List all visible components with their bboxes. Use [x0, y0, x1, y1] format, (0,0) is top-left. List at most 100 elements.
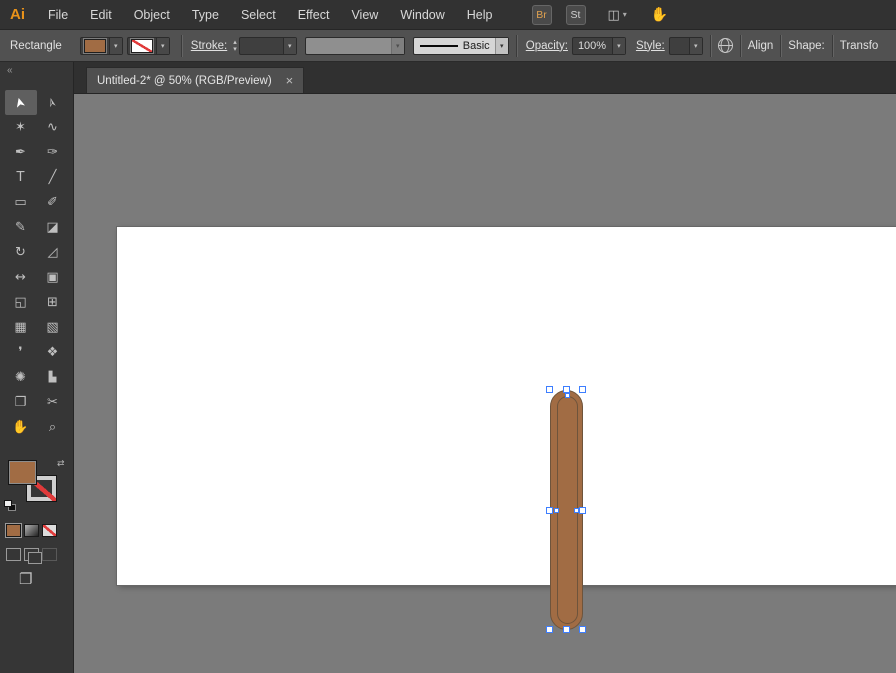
tools-panel: « ➤ ➢ ✶ ∿ ✒ ✑ T ╱ ▭ ✐ ✎ ◪ ↻ ◿ ↔ ▣ ◱ ⊞ ▦ …	[0, 62, 74, 673]
curvature-tool[interactable]: ✑	[37, 140, 69, 165]
screen-mode-button[interactable]: ❐	[19, 570, 32, 588]
color-button[interactable]	[6, 524, 21, 537]
hand-tool[interactable]: ✋	[5, 415, 37, 440]
none-button[interactable]	[42, 524, 57, 537]
selection-tool[interactable]: ➤	[5, 90, 37, 115]
type-tool[interactable]: T	[5, 165, 37, 190]
slice-tool[interactable]: ✂	[37, 390, 69, 415]
separator	[516, 35, 517, 57]
graphic-style-select[interactable]: ▾	[669, 37, 703, 55]
document-tab[interactable]: Untitled-2* @ 50% (RGB/Preview) ×	[86, 67, 304, 93]
brush-definition-select[interactable]: ▾	[305, 37, 405, 55]
chevron-down-icon: ▾	[689, 38, 702, 54]
menu-file[interactable]: File	[37, 0, 79, 30]
width-profile-value: Basic	[458, 40, 495, 52]
swap-fill-stroke-icon[interactable]: ⇄	[57, 458, 65, 469]
blend-tool[interactable]: ❖	[37, 340, 69, 365]
scale-tool[interactable]: ◿	[37, 240, 69, 265]
menu-select[interactable]: Select	[230, 0, 287, 30]
gradient-button[interactable]	[24, 524, 39, 537]
opacity-panel-link[interactable]: Opacity:	[526, 40, 568, 52]
selection-handle-bottom-center[interactable]	[563, 626, 570, 633]
chevron-down-icon: ▾	[109, 38, 122, 54]
chevron-down-icon: ▾	[156, 38, 169, 54]
menu-edit[interactable]: Edit	[79, 0, 123, 30]
anchor-point[interactable]	[554, 508, 559, 513]
collapse-panel-icon[interactable]: «	[0, 62, 73, 90]
chevron-down-icon: ▾	[623, 10, 627, 19]
fill-swatch[interactable]	[8, 460, 37, 485]
draw-normal-button[interactable]	[6, 548, 21, 561]
shape-panel-link[interactable]: Shape:	[788, 40, 824, 52]
default-fill-stroke-icon[interactable]	[4, 500, 18, 512]
control-bar: Rectangle ▾ ▾ Stroke: ▴ ▾ ▾ ▾ Basic ▾	[0, 30, 896, 62]
selection-handle-mid-left[interactable]	[546, 507, 553, 514]
fill-color-picker[interactable]: ▾	[80, 37, 123, 55]
shape-builder-tool[interactable]: ◱	[5, 290, 37, 315]
chevron-down-icon: ▾	[391, 38, 404, 54]
menu-type[interactable]: Type	[181, 0, 230, 30]
workspace-switcher[interactable]: ◫ ▾	[608, 7, 627, 23]
menu-view[interactable]: View	[340, 0, 389, 30]
zoom-tool[interactable]: ⌕	[37, 415, 69, 440]
direct-selection-tool[interactable]: ➢	[37, 90, 69, 115]
draw-behind-button[interactable]	[24, 548, 39, 561]
rectangle-tool[interactable]: ▭	[5, 190, 37, 215]
selection-handle-mid-right[interactable]	[579, 507, 586, 514]
stroke-width-stepper[interactable]: ▴ ▾	[233, 39, 237, 53]
separator	[710, 35, 711, 57]
separator	[832, 35, 833, 57]
paintbrush-tool[interactable]: ✐	[37, 190, 69, 215]
bridge-button[interactable]: Br	[532, 5, 552, 25]
pen-tool[interactable]: ✒	[5, 140, 37, 165]
selection-handle-bottom-right[interactable]	[579, 626, 586, 633]
anchor-point[interactable]	[574, 508, 579, 513]
stroke-panel-link[interactable]: Stroke:	[191, 40, 227, 52]
menu-window[interactable]: Window	[389, 0, 455, 30]
selection-handle-top-right[interactable]	[579, 386, 586, 393]
artboard-tool[interactable]: ❐	[5, 390, 37, 415]
chevron-down-icon: ▾	[283, 38, 296, 54]
drawing-modes-row	[6, 548, 57, 561]
perspective-grid-tool[interactable]: ⊞	[37, 290, 69, 315]
separator	[740, 35, 741, 57]
stroke-color-picker[interactable]: ▾	[127, 37, 170, 55]
eraser-tool[interactable]: ◪	[37, 215, 69, 240]
gradient-tool[interactable]: ▧	[37, 315, 69, 340]
free-transform-tool[interactable]: ▣	[37, 265, 69, 290]
pencil-tool[interactable]: ✎	[5, 215, 37, 240]
style-panel-link[interactable]: Style:	[636, 40, 665, 52]
color-type-row	[6, 524, 57, 537]
eyedropper-tool[interactable]: ❜	[5, 340, 37, 365]
draw-inside-button[interactable]	[42, 548, 57, 561]
line-segment-tool[interactable]: ╱	[37, 165, 69, 190]
column-graph-tool[interactable]: ▙	[37, 365, 69, 390]
selection-handle-top-left[interactable]	[546, 386, 553, 393]
magic-wand-tool[interactable]: ✶	[5, 115, 37, 140]
menu-help[interactable]: Help	[456, 0, 504, 30]
align-panel-link[interactable]: Align	[748, 40, 774, 52]
stroke-width-select[interactable]: ▾	[239, 37, 297, 55]
rotate-tool[interactable]: ↻	[5, 240, 37, 265]
globe-icon[interactable]	[718, 38, 733, 53]
width-tool[interactable]: ↔	[5, 265, 37, 290]
lasso-tool[interactable]: ∿	[37, 115, 69, 140]
selection-handle-top-center[interactable]	[563, 386, 570, 393]
illustrator-logo[interactable]: Ai	[10, 6, 25, 23]
menu-effect[interactable]: Effect	[287, 0, 341, 30]
variable-width-profile-select[interactable]: Basic ▾	[413, 37, 509, 55]
selection-handle-bottom-left[interactable]	[546, 626, 553, 633]
opacity-value: 100%	[573, 40, 612, 52]
artboard[interactable]	[117, 227, 896, 585]
gesture-icon[interactable]: ✋	[651, 7, 668, 23]
transform-panel-link[interactable]: Transfo	[840, 40, 879, 52]
opacity-select[interactable]: 100% ▾	[572, 37, 626, 55]
close-icon[interactable]: ×	[286, 74, 294, 87]
canvas-area[interactable]	[74, 94, 896, 673]
anchor-point[interactable]	[565, 393, 570, 398]
menu-object[interactable]: Object	[123, 0, 181, 30]
stock-button[interactable]: St	[566, 5, 586, 25]
symbol-sprayer-tool[interactable]: ✺	[5, 365, 37, 390]
stroke-none-swatch	[131, 39, 153, 53]
mesh-tool[interactable]: ▦	[5, 315, 37, 340]
